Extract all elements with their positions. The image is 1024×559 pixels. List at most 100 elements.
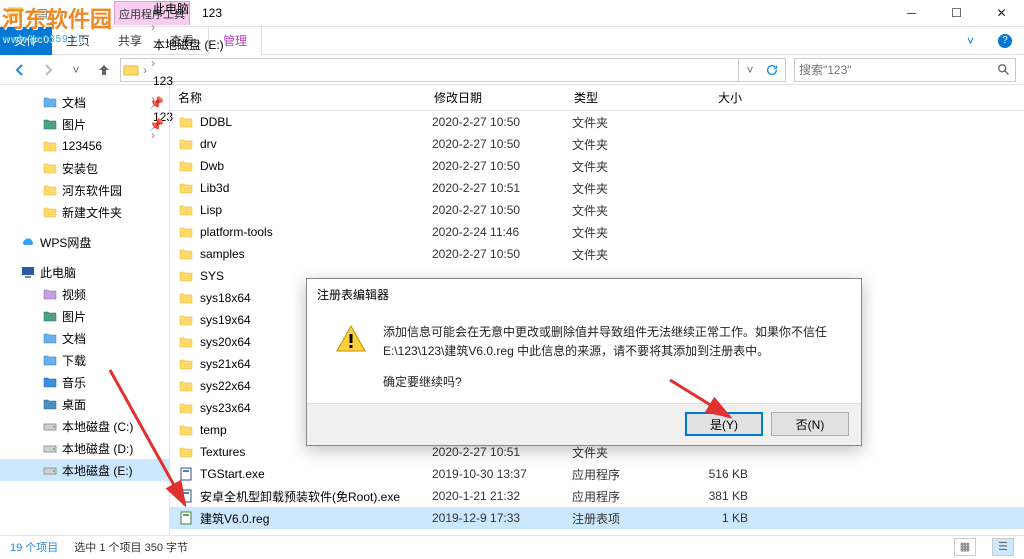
tab-home[interactable]: 主页 (52, 27, 104, 55)
file-row[interactable]: platform-tools2020-2-24 11:46文件夹 (170, 221, 1024, 243)
yes-button[interactable]: 是(Y) (685, 412, 763, 436)
file-name: DDBL (200, 115, 432, 129)
exe-icon (178, 466, 194, 482)
file-date: 2020-2-27 10:50 (432, 159, 572, 173)
column-type[interactable]: 类型 (566, 89, 666, 106)
app-icon (0, 0, 30, 27)
folder-icon (178, 334, 194, 350)
file-name: Lib3d (200, 181, 432, 195)
nav-item-drive-d[interactable]: 本地磁盘 (D:) (0, 437, 169, 459)
nav-item-123456[interactable]: 123456 (0, 135, 169, 157)
no-button[interactable]: 否(N) (771, 412, 849, 436)
folder-icon (178, 444, 194, 460)
selection-info: 选中 1 个项目 350 字节 (74, 539, 188, 555)
folder-icon (42, 160, 58, 176)
file-name: 安卓全机型卸载预装软件(免Root).exe (200, 488, 432, 505)
column-name[interactable]: 名称 (170, 89, 426, 106)
statusbar: 19 个项目 选中 1 个项目 350 字节 ▦ ☰ (0, 535, 1024, 557)
recent-locations-button[interactable]: ˅ (64, 58, 88, 82)
exe-icon (178, 488, 194, 504)
view-details-button[interactable]: ☰ (992, 538, 1014, 556)
tab-file[interactable]: 文件 (0, 27, 52, 55)
nav-item-music[interactable]: 音乐 (0, 371, 169, 393)
folder-icon (178, 158, 194, 174)
file-row[interactable]: 建筑V6.0.reg2019-12-9 17:33注册表项1 KB (170, 507, 1024, 529)
search-icon[interactable] (993, 58, 1015, 82)
breadcrumb-drive-e[interactable]: 本地磁盘 (E:) (149, 34, 228, 56)
cloud-icon (20, 234, 36, 250)
folder-icon (178, 378, 194, 394)
nav-item-pics[interactable]: 图片📌 (0, 113, 169, 135)
file-row[interactable]: Dwb2020-2-27 10:50文件夹 (170, 155, 1024, 177)
maximize-button[interactable]: ☐ (934, 0, 979, 27)
file-row[interactable]: DDBL2020-2-27 10:50文件夹 (170, 111, 1024, 133)
folder-icon (42, 138, 58, 154)
file-row[interactable]: Lib3d2020-2-27 10:51文件夹 (170, 177, 1024, 199)
folder-icon (178, 290, 194, 306)
nav-item-doc2[interactable]: 文档 (0, 327, 169, 349)
refresh-button[interactable] (761, 58, 783, 82)
nav-item-newfolder[interactable]: 新建文件夹 (0, 201, 169, 223)
item-count: 19 个项目 (10, 539, 58, 555)
desktop-icon (42, 396, 58, 412)
nav-label: WPS网盘 (40, 234, 91, 251)
file-row[interactable]: TGStart.exe2019-10-30 13:37应用程序516 KB (170, 463, 1024, 485)
folder-icon (178, 180, 194, 196)
nav-label: 文档 (62, 94, 86, 111)
chevron-right-icon[interactable]: › (149, 56, 157, 70)
file-name: Textures (200, 445, 432, 459)
file-type: 文件夹 (572, 136, 672, 153)
nav-this-pc[interactable]: 此电脑 (0, 261, 169, 283)
navigation-pane[interactable]: 文档📌图片📌123456安装包河东软件园新建文件夹 WPS网盘 此电脑 视频图片… (0, 85, 170, 535)
qat-properties-icon[interactable]: ▤ (34, 5, 50, 21)
nav-item-docs[interactable]: 文档📌 (0, 91, 169, 113)
file-type: 文件夹 (572, 444, 672, 461)
nav-item-video[interactable]: 视频 (0, 283, 169, 305)
view-thumbnails-button[interactable]: ▦ (954, 538, 976, 556)
file-row[interactable]: 安卓全机型卸载预装软件(免Root).exe2020-1-21 21:32应用程… (170, 485, 1024, 507)
drive-icon (42, 462, 58, 478)
search-box[interactable] (794, 58, 1016, 82)
nav-item-desktop[interactable]: 桌面 (0, 393, 169, 415)
nav-label: 图片 (62, 308, 86, 325)
nav-item-drive-c[interactable]: 本地磁盘 (C:) (0, 415, 169, 437)
file-size: 381 KB (672, 489, 762, 503)
up-button[interactable] (92, 58, 116, 82)
file-row[interactable]: samples2020-2-27 10:50文件夹 (170, 243, 1024, 265)
nav-label: 文档 (62, 330, 86, 347)
file-type: 文件夹 (572, 180, 672, 197)
file-type: 文件夹 (572, 202, 672, 219)
nav-wps[interactable]: WPS网盘 (0, 231, 169, 253)
nav-item-hdrjy[interactable]: 河东软件园 (0, 179, 169, 201)
minimize-button[interactable]: ─ (889, 0, 934, 27)
back-button[interactable] (8, 58, 32, 82)
nav-item-anzhuangbao[interactable]: 安装包 (0, 157, 169, 179)
column-size[interactable]: 大小 (666, 89, 756, 106)
ribbon-expand-icon[interactable]: ˅ (955, 34, 986, 48)
nav-item-download[interactable]: 下载 (0, 349, 169, 371)
column-date[interactable]: 修改日期 (426, 89, 566, 106)
chevron-right-icon[interactable]: › (141, 63, 149, 77)
address-bar[interactable]: › 此电脑›本地磁盘 (E:)›123›123› ˅ (120, 58, 786, 82)
breadcrumb-this-pc[interactable]: 此电脑 (149, 0, 228, 20)
search-input[interactable] (795, 63, 993, 77)
file-name: drv (200, 137, 432, 151)
folder-icon (178, 246, 194, 262)
folder-icon (178, 114, 194, 130)
file-type: 应用程序 (572, 466, 672, 483)
qat-dropdown-icon[interactable]: ▾ (54, 5, 70, 21)
folder-icon (178, 422, 194, 438)
addr-dropdown-icon[interactable]: ˅ (739, 58, 761, 82)
help-icon[interactable]: ? (986, 34, 1024, 48)
nav-item-drive-e2[interactable]: 本地磁盘 (E:) (0, 459, 169, 481)
forward-button[interactable] (36, 58, 60, 82)
close-button[interactable]: ✕ (979, 0, 1024, 27)
folder-icon (42, 204, 58, 220)
chevron-right-icon[interactable]: › (149, 20, 157, 34)
file-type: 文件夹 (572, 246, 672, 263)
folder-icon (123, 62, 139, 78)
file-row[interactable]: Lisp2020-2-27 10:50文件夹 (170, 199, 1024, 221)
dialog-confirm-text: 确定要继续吗? (383, 373, 833, 392)
file-row[interactable]: drv2020-2-27 10:50文件夹 (170, 133, 1024, 155)
nav-item-pic2[interactable]: 图片 (0, 305, 169, 327)
